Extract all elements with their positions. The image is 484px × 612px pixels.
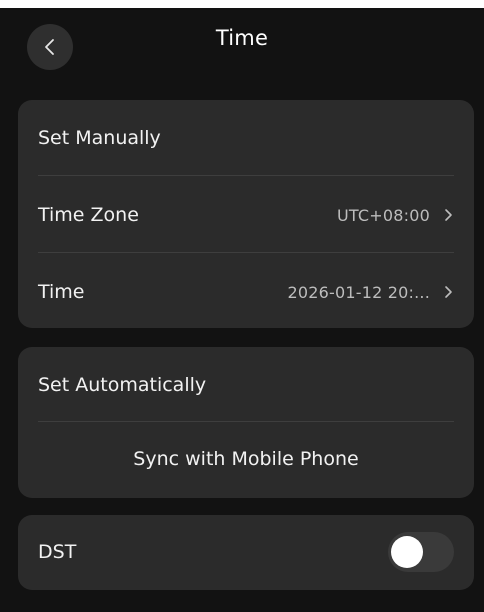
set-manually-row[interactable]: Set Manually xyxy=(38,118,454,158)
set-automatically-row[interactable]: Set Automatically xyxy=(38,365,454,405)
time-zone-value: UTC+08:00 xyxy=(336,205,430,225)
time-row[interactable]: Time 2026-01-12 20:... xyxy=(38,272,454,312)
time-zone-row[interactable]: Time Zone UTC+08:00 xyxy=(38,195,454,235)
sync-with-mobile-phone-button[interactable]: Sync with Mobile Phone xyxy=(38,437,454,481)
divider xyxy=(38,252,454,253)
time-zone-value-group: UTC+08:00 xyxy=(337,206,454,225)
divider xyxy=(38,175,454,176)
dst-row: DST xyxy=(38,532,454,572)
set-automatically-label: Set Automatically xyxy=(38,374,207,396)
toggle-knob xyxy=(391,536,423,568)
header: Time xyxy=(0,8,484,80)
chevron-right-icon xyxy=(445,209,452,221)
page-title: Time xyxy=(215,26,269,50)
set-manually-label: Set Manually xyxy=(38,127,161,149)
chevron-right-icon xyxy=(445,286,452,298)
dst-label: DST xyxy=(38,541,77,563)
dst-card: DST xyxy=(18,515,474,590)
automatic-settings-card: Set Automatically Sync with Mobile Phone xyxy=(18,347,474,498)
dst-toggle[interactable] xyxy=(388,532,454,572)
manual-settings-card: Set Manually Time Zone UTC+08:00 Time 20… xyxy=(18,100,474,328)
divider xyxy=(38,421,454,422)
top-strip xyxy=(0,0,484,8)
time-label: Time xyxy=(38,281,85,303)
time-value-group: 2026-01-12 20:... xyxy=(288,283,454,302)
time-value: 2026-01-12 20:... xyxy=(287,282,430,302)
time-zone-label: Time Zone xyxy=(38,204,139,226)
time-settings-screen: Time Set Manually Time Zone UTC+08:00 Ti… xyxy=(0,8,484,612)
